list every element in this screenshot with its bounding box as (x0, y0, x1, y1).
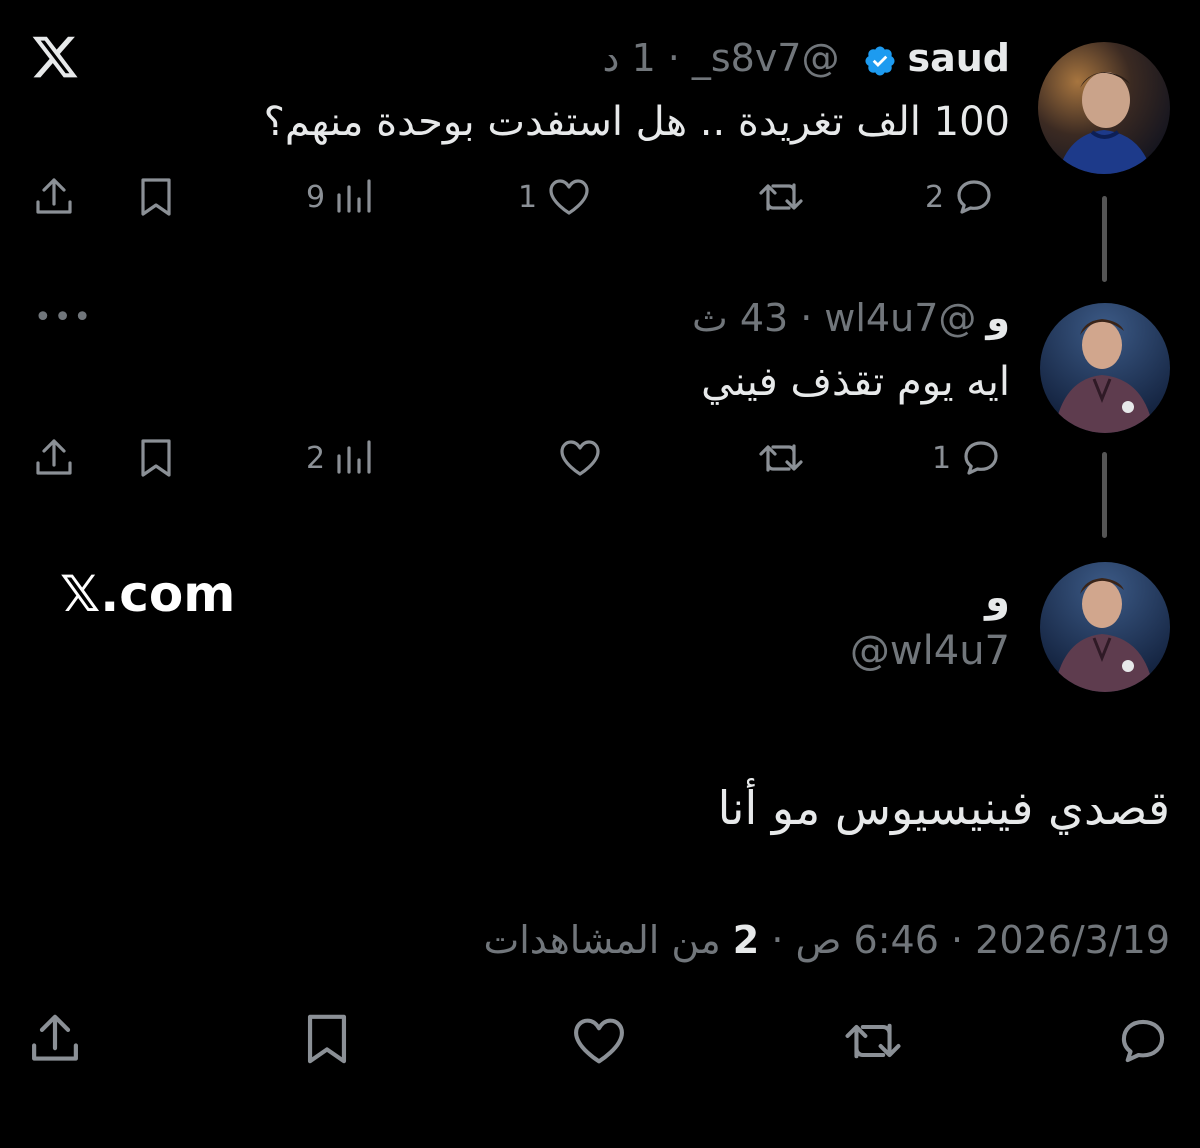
separator: · (800, 296, 813, 340)
share-button[interactable] (32, 172, 76, 222)
verified-badge-icon (863, 41, 897, 76)
tweet-header: saud @s8v7_ · 1 د (603, 34, 1010, 82)
like-button[interactable]: 1 (518, 172, 593, 222)
reply-button[interactable]: 1 (932, 433, 1003, 483)
views-count: 9 (306, 179, 326, 215)
repost-button[interactable] (840, 1016, 906, 1066)
thread-connector (1102, 452, 1107, 538)
like-count: 1 (518, 179, 538, 215)
bookmark-button[interactable] (298, 1014, 356, 1064)
views-icon (337, 179, 371, 213)
share-icon (36, 439, 72, 475)
reply-count: 2 (925, 179, 945, 215)
repost-icon (845, 1023, 901, 1059)
reply-icon (1121, 1019, 1165, 1063)
more-icon[interactable]: ••• (34, 300, 93, 335)
separator: · (938, 918, 964, 962)
bookmark-icon (141, 178, 171, 216)
like-icon (574, 1018, 624, 1064)
tweet-text: ايه يوم تقذف فيني (701, 359, 1010, 405)
like-button[interactable] (568, 1016, 630, 1066)
separator: · (667, 36, 680, 80)
watermark: 𝕏.com (60, 565, 236, 623)
share-button[interactable] (32, 433, 76, 483)
views-count: 2 (306, 440, 326, 476)
bookmark-button[interactable] (134, 433, 178, 483)
repost-icon (759, 444, 803, 472)
reply-count: 1 (932, 440, 952, 476)
like-icon (560, 440, 600, 476)
views-button[interactable]: 9 (306, 172, 375, 222)
display-name[interactable]: و (985, 575, 1010, 621)
handle[interactable]: @s8v7_ (692, 34, 840, 82)
tweet-time[interactable]: 6:46 ص (796, 918, 939, 962)
tweet-text: 100 الف تغريدة .. هل استفدت بوحدة منهم؟ (263, 99, 1010, 145)
reply-button[interactable]: 2 (925, 172, 996, 222)
x-logo-icon[interactable] (30, 32, 80, 82)
reply-button[interactable] (1114, 1016, 1172, 1066)
like-button[interactable] (548, 433, 604, 483)
tweet-text: قصدي فينيسيوس مو أنا (717, 781, 1170, 835)
share-icon (36, 178, 72, 214)
handle[interactable]: @wl4u7 (850, 628, 1010, 674)
reply-icon (957, 180, 991, 214)
timestamp[interactable]: 1 د (603, 34, 656, 82)
repost-button[interactable] (756, 172, 814, 222)
tweet-date[interactable]: 2026/3/19 (975, 918, 1170, 962)
share-icon (32, 1014, 78, 1061)
display-name[interactable]: saud (907, 34, 1010, 82)
display-name[interactable]: و (986, 294, 1010, 342)
avatar[interactable] (1040, 562, 1170, 692)
avatar[interactable] (1038, 42, 1170, 174)
timestamp[interactable]: 43 ث (692, 294, 788, 342)
views-count[interactable]: 2 (733, 918, 759, 962)
share-button[interactable] (26, 1014, 84, 1064)
bookmark-icon (141, 439, 171, 477)
repost-button[interactable] (756, 433, 814, 483)
views-icon (337, 440, 371, 474)
tweet-header: و @wl4u7 · 43 ث (692, 294, 1010, 342)
views-button[interactable]: 2 (306, 433, 375, 483)
reply-icon (964, 441, 998, 475)
views-label: من المشاهدات (483, 918, 721, 962)
bookmark-button[interactable] (134, 172, 178, 222)
tweet-meta: 2026/3/19 · 6:46 ص · 2 من المشاهدات (483, 918, 1170, 962)
separator: · (759, 918, 784, 962)
bookmark-icon (307, 1014, 347, 1064)
thread-connector (1102, 196, 1107, 282)
avatar[interactable] (1040, 303, 1170, 433)
handle[interactable]: @wl4u7 (824, 294, 976, 342)
like-icon (549, 179, 589, 215)
repost-icon (759, 183, 803, 211)
